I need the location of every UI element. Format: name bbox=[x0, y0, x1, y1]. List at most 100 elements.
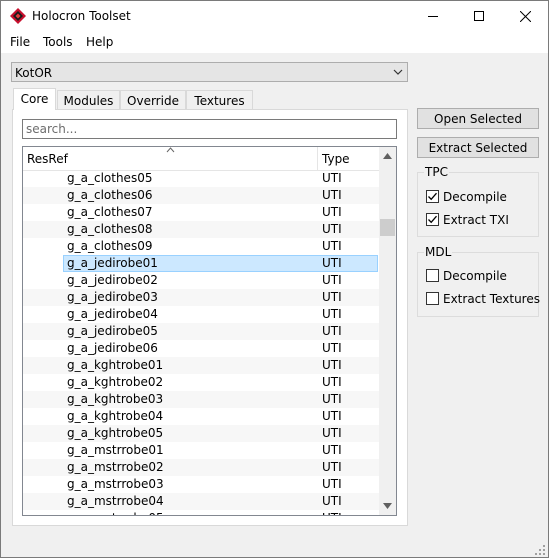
type-cell: UTI bbox=[322, 256, 342, 270]
table-row[interactable]: g_a_kghtrobe02 UTI bbox=[23, 374, 379, 391]
tab-textures[interactable]: Textures bbox=[186, 90, 253, 110]
type-cell: UTI bbox=[322, 460, 342, 474]
tpc-decompile-checkbox[interactable] bbox=[426, 190, 439, 203]
resref-cell: g_a_kghtrobe03 bbox=[67, 392, 164, 406]
type-cell: UTI bbox=[322, 205, 342, 219]
type-cell: UTI bbox=[322, 426, 342, 440]
resource-list[interactable]: ResRef Type g_a_clothes05 UTI g_a_clothes0… bbox=[22, 146, 397, 516]
mdl-group bbox=[417, 252, 539, 317]
resref-cell: g_a_mstrrobe03 bbox=[67, 477, 164, 491]
checkmark-icon bbox=[428, 215, 437, 224]
close-icon bbox=[519, 10, 531, 22]
resref-cell: g_a_jedirobe03 bbox=[67, 290, 158, 304]
resref-cell: g_a_kghtrobe05 bbox=[67, 426, 164, 440]
tpc-group bbox=[417, 172, 539, 237]
type-cell: UTI bbox=[322, 222, 342, 236]
resref-cell: g_a_jedirobe06 bbox=[67, 341, 158, 355]
scroll-thumb[interactable] bbox=[380, 219, 395, 236]
table-row[interactable]: g_a_clothes06 UTI bbox=[23, 187, 379, 204]
game-select[interactable]: KotOR bbox=[11, 62, 408, 82]
maximize-button[interactable] bbox=[456, 1, 502, 31]
resize-grip-icon[interactable] bbox=[534, 544, 546, 556]
list-header: ResRef Type bbox=[23, 147, 379, 171]
type-cell: UTI bbox=[322, 511, 342, 515]
table-row[interactable]: g_a_kghtrobe03 UTI bbox=[23, 391, 379, 408]
menu-tools[interactable]: Tools bbox=[43, 35, 73, 49]
tpc-extract-txi-label[interactable]: Extract TXI bbox=[443, 213, 509, 227]
type-cell: UTI bbox=[322, 477, 342, 491]
table-row[interactable]: g_a_mstrrobe05 UTI bbox=[23, 510, 379, 515]
column-header-type[interactable]: Type bbox=[322, 152, 350, 166]
table-row[interactable]: g_a_jedirobe06 UTI bbox=[23, 340, 379, 357]
close-button[interactable] bbox=[502, 1, 548, 31]
resref-cell: g_a_mstrrobe01 bbox=[67, 443, 164, 457]
maximize-icon bbox=[474, 11, 484, 21]
type-cell: UTI bbox=[322, 324, 342, 338]
minimize-button[interactable] bbox=[410, 1, 456, 31]
menu-help[interactable]: Help bbox=[86, 35, 113, 49]
resref-cell: g_a_mstrrobe05 bbox=[67, 511, 164, 515]
resref-cell: g_a_clothes05 bbox=[67, 171, 153, 185]
tab-core[interactable]: Core bbox=[13, 88, 56, 110]
list-body: g_a_clothes05 UTI g_a_clothes06 UTI g_a_clot… bbox=[23, 170, 379, 515]
resref-cell: g_a_jedirobe05 bbox=[67, 324, 158, 338]
resref-cell: g_a_jedirobe01 bbox=[67, 256, 158, 270]
chevron-down-icon bbox=[393, 69, 403, 75]
tpc-decompile-label[interactable]: Decompile bbox=[443, 190, 507, 204]
scroll-up-icon[interactable] bbox=[383, 153, 392, 159]
resref-cell: g_a_clothes07 bbox=[67, 205, 153, 219]
mdl-decompile-checkbox[interactable] bbox=[426, 269, 439, 282]
type-cell: UTI bbox=[322, 273, 342, 287]
mdl-extract-textures-checkbox[interactable] bbox=[426, 292, 439, 305]
tab-override[interactable]: Override bbox=[120, 90, 186, 110]
type-cell: UTI bbox=[322, 307, 342, 321]
resref-cell: g_a_mstrrobe04 bbox=[67, 494, 164, 508]
table-row[interactable]: g_a_jedirobe04 UTI bbox=[23, 306, 379, 323]
scroll-down-icon[interactable] bbox=[383, 503, 392, 509]
resref-cell: g_a_kghtrobe01 bbox=[67, 358, 164, 372]
table-row[interactable]: g_a_kghtrobe01 UTI bbox=[23, 357, 379, 374]
table-row-selected[interactable]: g_a_jedirobe01 UTI bbox=[63, 255, 378, 272]
table-row[interactable]: g_a_clothes05 UTI bbox=[23, 170, 379, 187]
resref-cell: g_a_jedirobe04 bbox=[67, 307, 158, 321]
tpc-extract-txi-checkbox[interactable] bbox=[426, 213, 439, 226]
table-row[interactable]: g_a_clothes09 UTI bbox=[23, 238, 379, 255]
menu-bar: File Tools Help bbox=[1, 31, 548, 53]
search-input[interactable] bbox=[26, 121, 386, 137]
title-bar: Holocron Toolset bbox=[1, 1, 548, 31]
mdl-decompile-label[interactable]: Decompile bbox=[443, 269, 507, 283]
table-row[interactable]: g_a_clothes07 UTI bbox=[23, 204, 379, 221]
resref-cell: g_a_kghtrobe02 bbox=[67, 375, 164, 389]
table-row[interactable]: g_a_clothes08 UTI bbox=[23, 221, 379, 238]
column-header-resref[interactable]: ResRef bbox=[27, 152, 68, 166]
type-cell: UTI bbox=[322, 409, 342, 423]
extract-selected-button[interactable]: Extract Selected bbox=[417, 137, 539, 158]
window-title: Holocron Toolset bbox=[32, 9, 131, 23]
table-row[interactable]: g_a_jedirobe05 UTI bbox=[23, 323, 379, 340]
mdl-extract-textures-label[interactable]: Extract Textures bbox=[443, 292, 540, 306]
menu-file[interactable]: File bbox=[10, 35, 30, 49]
table-row[interactable]: g_a_kghtrobe04 UTI bbox=[23, 408, 379, 425]
search-field[interactable] bbox=[22, 119, 397, 139]
resref-cell: g_a_kghtrobe04 bbox=[67, 409, 164, 423]
table-row[interactable]: g_a_jedirobe03 UTI bbox=[23, 289, 379, 306]
table-row[interactable]: g_a_mstrrobe03 UTI bbox=[23, 476, 379, 493]
table-row[interactable]: g_a_jedirobe02 UTI bbox=[23, 272, 379, 289]
table-row[interactable]: g_a_mstrrobe02 UTI bbox=[23, 459, 379, 476]
open-selected-button[interactable]: Open Selected bbox=[417, 108, 539, 129]
type-cell: UTI bbox=[322, 239, 342, 253]
type-cell: UTI bbox=[322, 392, 342, 406]
tab-modules[interactable]: Modules bbox=[57, 90, 120, 110]
vertical-scrollbar[interactable] bbox=[379, 147, 396, 515]
table-row[interactable]: g_a_mstrrobe01 UTI bbox=[23, 442, 379, 459]
checkmark-icon bbox=[428, 192, 437, 201]
resref-cell: g_a_clothes06 bbox=[67, 188, 153, 202]
main-window: Holocron Toolset File Tools Help KotOR C… bbox=[0, 0, 549, 558]
table-row[interactable]: g_a_mstrrobe04 UTI bbox=[23, 493, 379, 510]
type-cell: UTI bbox=[322, 443, 342, 457]
holocron-app-icon bbox=[10, 8, 26, 24]
tpc-group-label: TPC bbox=[424, 165, 449, 179]
column-divider[interactable] bbox=[317, 147, 318, 170]
type-cell: UTI bbox=[322, 494, 342, 508]
table-row[interactable]: g_a_kghtrobe05 UTI bbox=[23, 425, 379, 442]
